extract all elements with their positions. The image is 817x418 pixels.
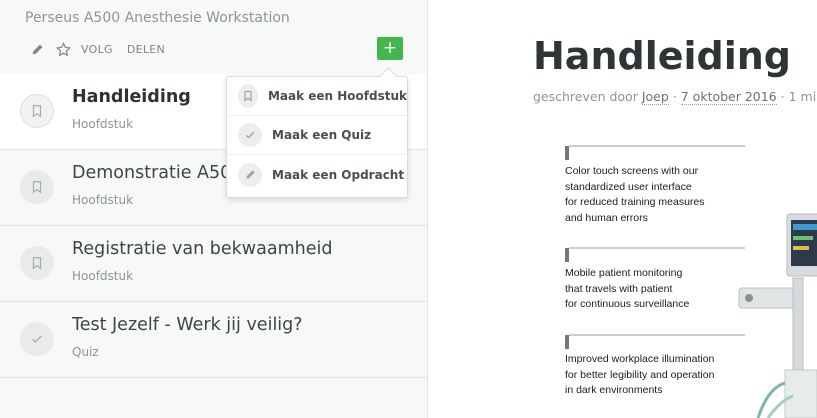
meta-separator: ·	[780, 89, 785, 104]
bookmark-icon	[20, 246, 54, 280]
chapter-type: Hoofdstuk	[72, 193, 134, 207]
page-title: Handleiding	[533, 34, 792, 78]
date-link[interactable]: 7 oktober 2016	[680, 89, 777, 105]
sidebar-header: Perseus A500 Anesthesie Workstation VOLG…	[0, 0, 427, 75]
star-icon[interactable]	[55, 41, 71, 57]
meta-separator: ·	[672, 89, 677, 104]
pencil-icon	[238, 162, 262, 187]
chapter-type: Hoofdstuk	[72, 117, 134, 131]
menu-item-create-chapter[interactable]: Maak een Hoofdstuk	[227, 77, 407, 116]
chapter-title: Test Jezelf - Werk jij veilig?	[72, 315, 303, 335]
workstation-figure: Color touch screens with our standardize…	[553, 138, 817, 418]
figure-caption: Color touch screens with our standardize…	[565, 165, 705, 224]
course-actions: VOLG DELEN	[29, 40, 179, 58]
check-icon	[238, 123, 262, 147]
follow-link[interactable]: VOLG	[81, 43, 113, 56]
pencil-icon[interactable]	[29, 41, 45, 57]
reading-time: 1 mi	[788, 89, 817, 104]
article-meta: geschreven door Joep · 7 oktober 2016 · …	[533, 89, 817, 105]
bookmark-icon	[20, 170, 54, 204]
bookmark-icon	[238, 84, 258, 108]
chapter-item[interactable]: Registratie van bekwaamheid Hoofdstuk	[0, 226, 427, 302]
bookmark-icon	[20, 94, 54, 128]
check-icon	[20, 322, 54, 356]
figure-caption: Mobile patient monitoring that travels w…	[565, 267, 690, 310]
menu-item-label: Maak een Opdracht	[272, 167, 405, 182]
add-button[interactable]: +	[377, 37, 403, 60]
chapter-type: Quiz	[72, 345, 99, 359]
chapter-title: Demonstratie A500	[72, 163, 243, 183]
course-title: Perseus A500 Anesthesie Workstation	[25, 10, 290, 26]
chapter-type: Hoofdstuk	[72, 269, 134, 283]
menu-item-create-quiz[interactable]: Maak een Quiz	[227, 116, 407, 155]
menu-item-label: Maak een Hoofdstuk	[267, 89, 407, 103]
create-dropdown-menu: Maak een Hoofdstuk Maak een Quiz Maak ee…	[226, 67, 408, 198]
chapter-title: Handleiding	[72, 87, 191, 107]
meta-prefix: geschreven door	[533, 89, 638, 104]
figure-caption: Improved workplace illumination for bett…	[565, 353, 715, 396]
chapter-title: Registratie van bekwaamheid	[72, 239, 333, 259]
menu-item-label: Maak een Quiz	[272, 128, 372, 142]
chapter-item[interactable]: Test Jezelf - Werk jij veilig? Quiz	[0, 302, 427, 378]
sidebar: Perseus A500 Anesthesie Workstation VOLG…	[0, 0, 428, 418]
author-link[interactable]: Joep	[641, 89, 669, 105]
share-link[interactable]: DELEN	[127, 43, 165, 56]
menu-item-create-assignment[interactable]: Maak een Opdracht	[227, 155, 407, 194]
